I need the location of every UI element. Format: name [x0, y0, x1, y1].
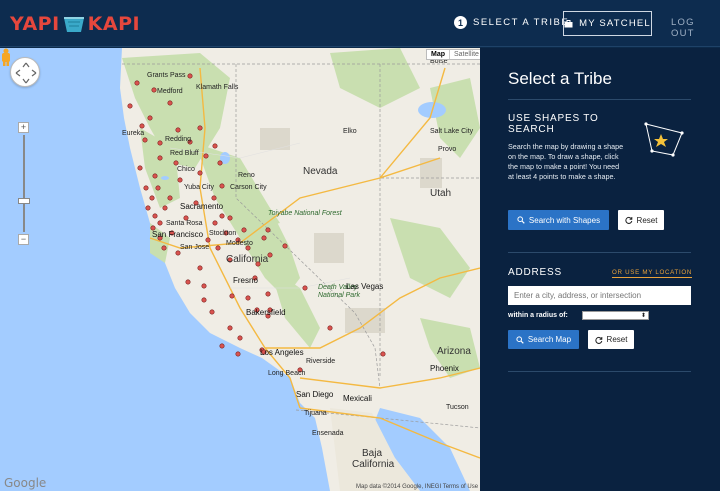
briefcase-icon	[564, 19, 573, 27]
pegman-icon[interactable]	[0, 48, 12, 66]
map-label-red-bluff: Red Bluff	[170, 150, 199, 157]
map-canvas[interactable]: Grants Pass Klamath Falls Medford Eureka…	[0, 48, 480, 491]
search-map-label: Search Map	[527, 335, 572, 344]
reset-shapes-label: Reset	[636, 215, 658, 225]
select-tribe-panel: Select a Tribe USE SHAPES TO SEARCH Sear…	[480, 48, 720, 491]
map-label-las-vegas: Las Vegas	[346, 282, 384, 291]
map-label-long-beach: Long Beach	[268, 370, 306, 377]
map-type-control: Map Satellite	[426, 49, 480, 60]
map-label-tijuana: Tijuana	[304, 410, 327, 417]
pan-control[interactable]	[10, 57, 40, 87]
shapes-heading-line1: USE SHAPES TO	[508, 113, 599, 124]
map-label-provo: Provo	[438, 146, 457, 153]
use-my-location-link[interactable]: OR USE MY LOCATION	[612, 269, 693, 278]
search-icon	[516, 335, 524, 344]
map-label-yuba-city: Yuba City	[184, 184, 214, 191]
step-indicator: 1 SELECT A TRIBE	[454, 16, 569, 29]
map-label-baja: Baja California	[352, 448, 395, 470]
panel-title: Select a Tribe	[508, 69, 612, 88]
google-logo: Google	[4, 476, 47, 490]
search-with-shapes-button[interactable]: Search with Shapes	[508, 210, 609, 230]
my-satchel-label: MY SATCHEL	[579, 18, 651, 29]
map-label-redding: Redding	[165, 136, 192, 143]
logo-text-right: KAPI	[87, 13, 141, 35]
address-heading: ADDRESS	[508, 267, 562, 278]
map-attribution[interactable]: Map data ©2014 Google, INEGI Terms of Us…	[356, 484, 478, 490]
chevron-updown-icon: ⬍	[640, 313, 646, 319]
reset-icon	[624, 216, 632, 224]
zoom-out-button[interactable]: −	[18, 234, 29, 245]
reset-address-button[interactable]: Reset	[588, 330, 634, 349]
map-label-tucson: Tucson	[446, 404, 469, 411]
map-label-california: California	[226, 254, 269, 265]
divider	[508, 252, 691, 253]
map-label-riverside: Riverside	[306, 358, 336, 365]
logo-text-left: YAPI	[10, 13, 60, 35]
map-label-san-diego: San Diego	[296, 390, 334, 399]
map-label-phoenix: Phoenix	[430, 364, 459, 373]
step-label: SELECT A TRIBE	[473, 17, 570, 28]
zoom-control: + −	[18, 122, 30, 245]
basket-logo-icon	[63, 17, 84, 32]
logout-link[interactable]: LOG OUT	[671, 17, 720, 39]
map-label-santa-rosa: Santa Rosa	[166, 220, 203, 227]
address-input[interactable]	[508, 286, 691, 305]
map-label-modesto: Modesto	[226, 240, 253, 247]
draw-shape-icon	[644, 122, 684, 157]
map-label-nevada: Nevada	[303, 166, 338, 177]
map-label-eureka: Eureka	[122, 130, 145, 137]
shapes-heading: USE SHAPES TO SEARCH	[508, 113, 599, 135]
map-type-map-button[interactable]: Map	[427, 50, 449, 59]
map-label-sacramento: Sacramento	[180, 202, 224, 211]
search-icon	[517, 216, 525, 224]
my-satchel-button[interactable]: MY SATCHEL	[563, 11, 652, 36]
map-label-klamath-falls: Klamath Falls	[196, 84, 239, 91]
pan-arrows-icon	[15, 62, 37, 84]
zoom-slider-handle[interactable]	[18, 198, 30, 204]
search-map-button[interactable]: Search Map	[508, 330, 579, 349]
zoom-in-button[interactable]: +	[18, 122, 29, 133]
map-label-stockton: Stockton	[209, 230, 237, 237]
shapes-heading-line2: SEARCH	[508, 124, 555, 135]
map-label-ensenada: Ensenada	[312, 430, 344, 437]
map-label-elko: Elko	[343, 128, 357, 135]
divider	[508, 371, 691, 372]
shapes-description: Search the map by drawing a shape on the…	[508, 142, 624, 181]
map-label-san-francisco: San Francisco	[152, 230, 204, 239]
zoom-slider-track[interactable]	[18, 135, 30, 232]
map-label-carson-city: Carson City	[230, 184, 267, 191]
map-label-medford: Medford	[157, 88, 183, 95]
map-label-bakersfield: Bakersfield	[246, 308, 286, 317]
map-label-los-angeles: Los Angeles	[260, 348, 304, 357]
search-with-shapes-label: Search with Shapes	[528, 215, 601, 225]
logo[interactable]: YAPI KAPI	[10, 12, 140, 36]
map-terrain	[0, 48, 480, 491]
reset-address-label: Reset	[606, 335, 628, 344]
radius-select[interactable]: ⬍	[582, 311, 649, 320]
map-label-arizona: Arizona	[437, 346, 471, 357]
reset-icon	[594, 336, 602, 344]
map-label-utah: Utah	[430, 188, 452, 199]
top-header: YAPI KAPI 1 SELECT A TRIBE MY SATCHEL LO…	[0, 0, 720, 47]
map-label-salt-lake: Salt Lake City	[430, 128, 474, 135]
map-label-toiyabe: Toiyabe National Forest	[268, 210, 342, 217]
map-label-fresno: Fresno	[233, 276, 258, 285]
reset-shapes-button[interactable]: Reset	[618, 210, 664, 230]
radius-label: within a radius of:	[508, 312, 568, 319]
map-label-mexicali: Mexicali	[343, 394, 372, 403]
map-label-chico: Chico	[177, 166, 195, 173]
map-label-san-jose: San Jose	[180, 244, 210, 251]
map-label-reno: Reno	[238, 172, 255, 179]
step-number: 1	[454, 16, 467, 29]
map-label-grants-pass: Grants Pass	[147, 72, 186, 79]
divider	[508, 99, 691, 100]
map-type-satellite-button[interactable]: Satellite	[449, 50, 480, 59]
